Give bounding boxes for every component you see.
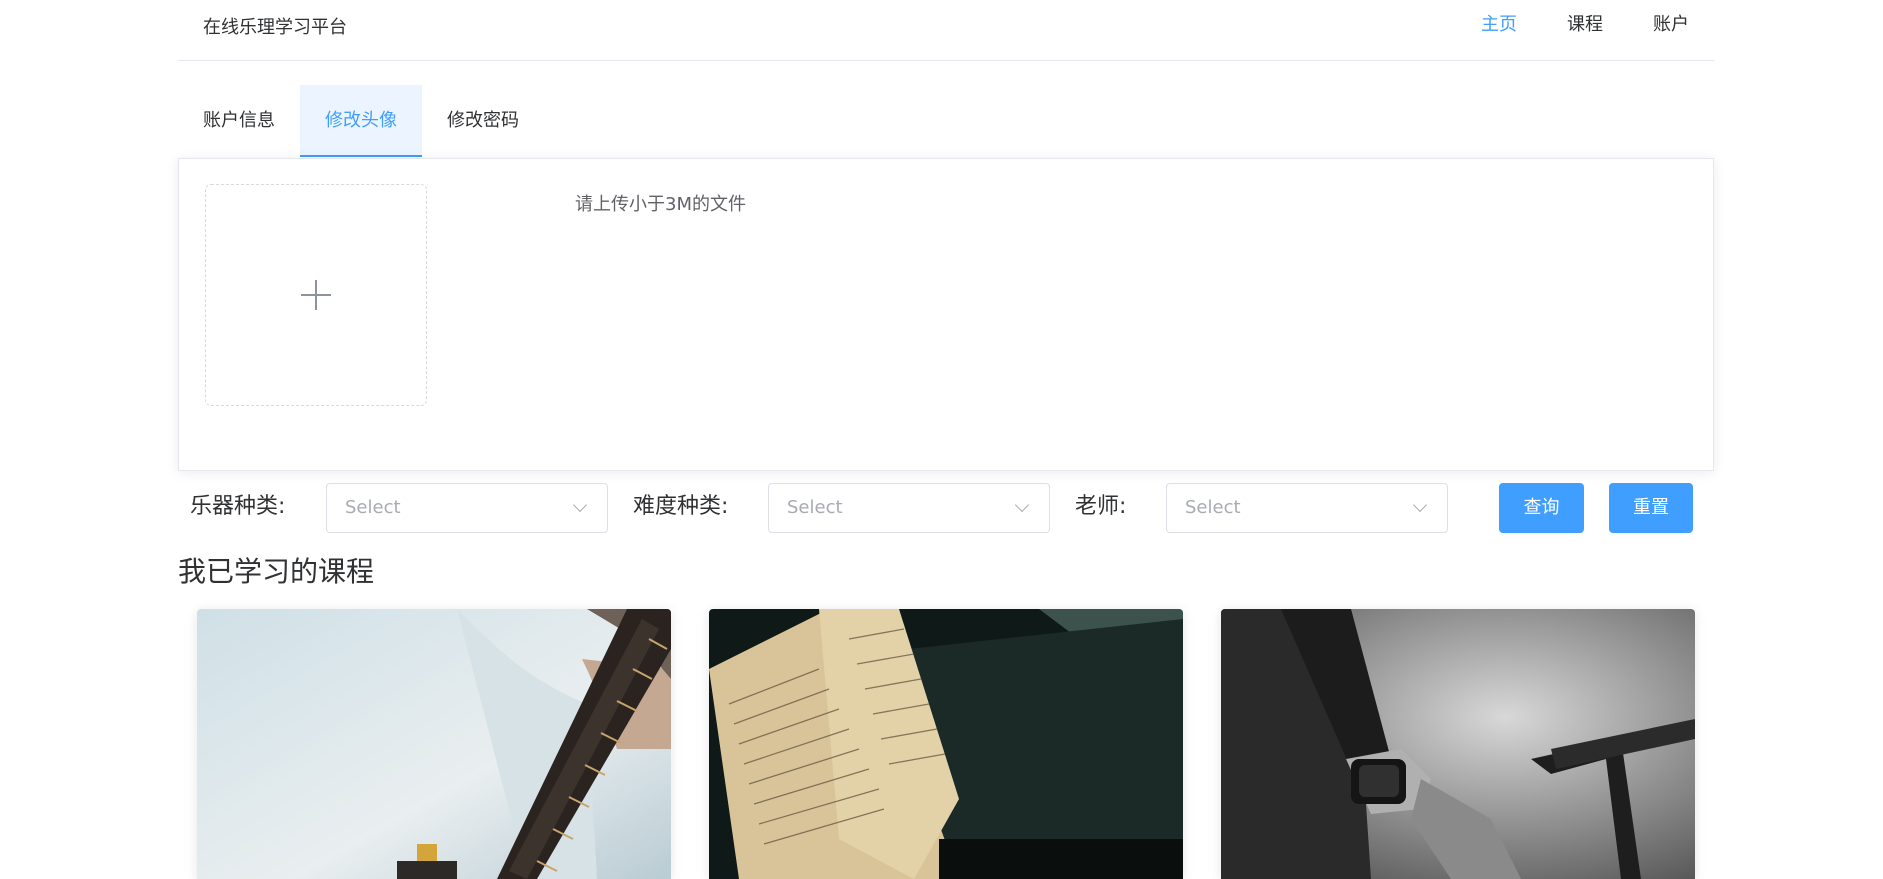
- chevron-down-icon: [1014, 497, 1030, 513]
- teacher-select[interactable]: Select: [1166, 483, 1448, 533]
- difficulty-select[interactable]: Select: [768, 483, 1050, 533]
- instrument-select[interactable]: Select: [326, 483, 608, 533]
- nav-item-account[interactable]: 账户: [1628, 0, 1714, 60]
- learned-courses-title: 我已学习的课程: [178, 555, 375, 588]
- teacher-select-placeholder: Select: [1185, 497, 1241, 518]
- reset-button[interactable]: 重置: [1609, 483, 1693, 533]
- search-button[interactable]: 查询: [1499, 483, 1584, 533]
- account-tabs: 账户信息 修改头像 修改密码: [178, 85, 544, 157]
- main-nav: 主页 课程 账户: [1456, 0, 1714, 60]
- top-header: 在线乐理学习平台 主页 课程 账户: [178, 0, 1714, 61]
- difficulty-label: 难度种类:: [633, 494, 729, 519]
- tab-account-info[interactable]: 账户信息: [178, 85, 300, 157]
- plus-icon: [301, 280, 331, 310]
- avatar-uploader[interactable]: [205, 184, 427, 406]
- course-card-guitar[interactable]: [197, 609, 671, 879]
- nav-item-home[interactable]: 主页: [1456, 0, 1542, 60]
- instrument-label: 乐器种类:: [190, 494, 286, 519]
- upload-hint: 请上传小于3M的文件: [575, 194, 746, 215]
- tab-change-avatar[interactable]: 修改头像: [300, 85, 422, 157]
- course-card-piano[interactable]: [709, 609, 1183, 879]
- teacher-label: 老师:: [1075, 494, 1127, 519]
- course-card-performance[interactable]: [1221, 609, 1695, 879]
- chevron-down-icon: [1412, 497, 1428, 513]
- chevron-down-icon: [572, 497, 588, 513]
- instrument-select-placeholder: Select: [345, 497, 401, 518]
- nav-item-courses[interactable]: 课程: [1542, 0, 1628, 60]
- difficulty-select-placeholder: Select: [787, 497, 843, 518]
- site-title: 在线乐理学习平台: [203, 17, 347, 38]
- page-container: 在线乐理学习平台 主页 课程 账户 账户信息 修改头像 修改密码 请上传小于3M…: [178, 0, 1714, 879]
- avatar-panel: 请上传小于3M的文件: [178, 158, 1714, 471]
- course-image-piano: [709, 609, 1183, 879]
- course-filter: 乐器种类: Select 难度种类: Select 老师: Select 查询 …: [178, 470, 1714, 540]
- tab-change-password[interactable]: 修改密码: [422, 85, 544, 157]
- course-image-performance: [1221, 609, 1695, 879]
- course-image-guitar: [197, 609, 671, 879]
